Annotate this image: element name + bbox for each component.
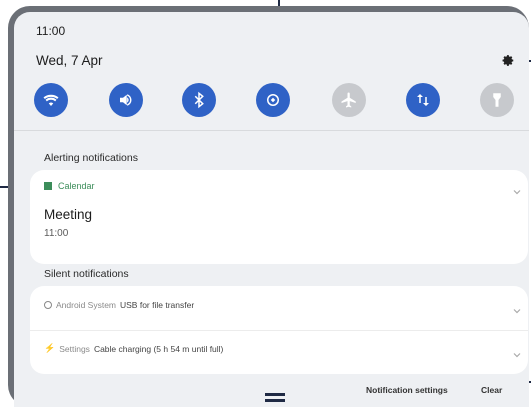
- airplane-mode-icon: [341, 92, 356, 108]
- drag-handle-icon[interactable]: [265, 393, 285, 403]
- row-divider: [30, 330, 528, 331]
- notification-title: Meeting: [44, 207, 93, 222]
- notification-time: 11:00: [44, 228, 69, 239]
- mobile-data-icon: [417, 94, 429, 106]
- status-time: 11:00: [36, 24, 66, 38]
- sound-icon: [120, 94, 132, 106]
- bluetooth-icon: [194, 91, 204, 109]
- wifi-toggle[interactable]: [34, 83, 68, 117]
- silent-notification-usb[interactable]: Android System USB for file transfer: [44, 300, 194, 310]
- expand-chevron-icon[interactable]: [512, 303, 522, 314]
- calendar-icon: [44, 182, 52, 190]
- silent-text: USB for file transfer: [120, 300, 195, 310]
- flashlight-toggle[interactable]: [480, 83, 514, 117]
- silent-notifications-card: Android System USB for file transfer ⚡ S…: [30, 286, 528, 374]
- auto-rotate-icon: [267, 94, 279, 106]
- alerting-section-label: Alerting notifications: [44, 152, 138, 164]
- status-date: Wed, 7 Apr: [36, 53, 103, 68]
- expand-chevron-icon[interactable]: [512, 347, 522, 358]
- header-divider: [14, 130, 529, 131]
- notification-app-name: Calendar: [58, 181, 95, 191]
- expand-chevron-icon[interactable]: [512, 184, 522, 195]
- charging-bolt-icon: ⚡: [44, 343, 56, 353]
- calendar-notification-card[interactable]: Calendar Meeting 11:00: [30, 170, 528, 264]
- notification-app-header: Calendar: [44, 181, 95, 191]
- wifi-icon: [43, 94, 59, 106]
- silent-notification-charging[interactable]: ⚡ Settings Cable charging (5 h 54 m unti…: [44, 343, 223, 354]
- bluetooth-toggle[interactable]: [182, 83, 216, 117]
- silent-text: Cable charging (5 h 54 m until full): [93, 343, 224, 354]
- sound-toggle[interactable]: [109, 83, 143, 117]
- auto-rotate-toggle[interactable]: [256, 83, 290, 117]
- quick-settings-row: [14, 74, 529, 126]
- flashlight-icon: [493, 93, 501, 107]
- clear-button[interactable]: Clear: [481, 385, 502, 395]
- mobile-data-toggle[interactable]: [406, 83, 440, 117]
- silent-app-name: Android System: [56, 300, 116, 310]
- settings-gear-icon[interactable]: [499, 52, 515, 68]
- airplane-mode-toggle[interactable]: [332, 83, 366, 117]
- android-system-icon: [44, 301, 52, 309]
- silent-section-label: Silent notifications: [44, 268, 129, 280]
- notification-settings-button[interactable]: Notification settings: [366, 385, 448, 395]
- notification-panel: 11:00 Wed, 7 Apr Alerting notifications: [14, 12, 529, 407]
- silent-app-name: Settings: [59, 343, 90, 354]
